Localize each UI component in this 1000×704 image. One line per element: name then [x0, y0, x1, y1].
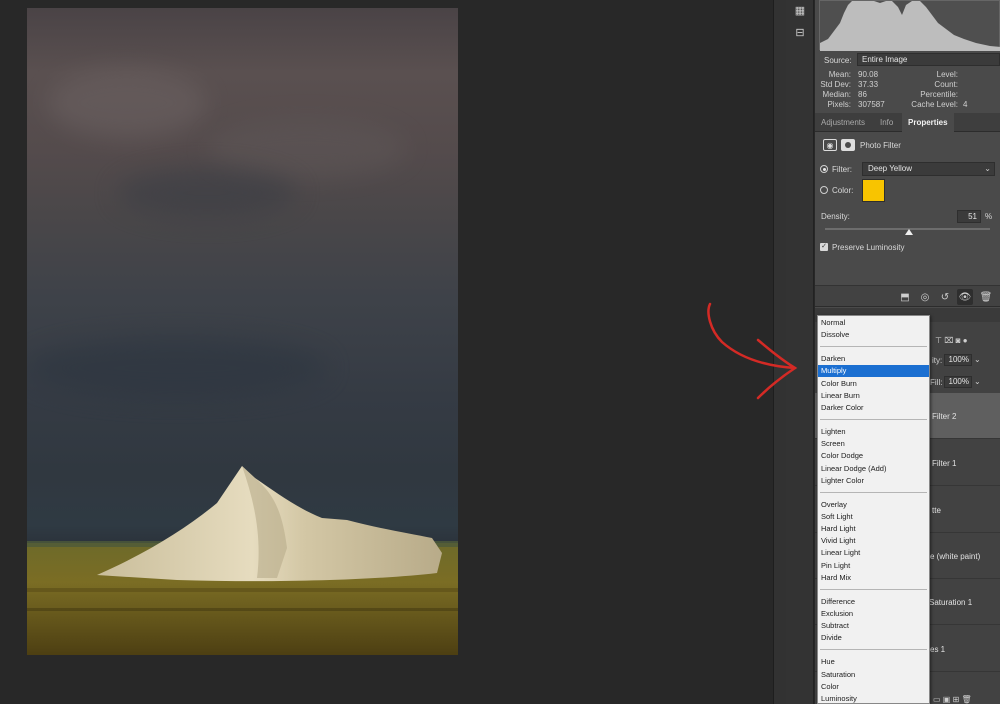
layer-bottom-icons[interactable]: ▭ ▣ ⊞ 🗑	[933, 695, 972, 704]
visibility-eye-icon[interactable]: 👁	[957, 289, 973, 305]
blend-mode-subtract[interactable]: Subtract	[818, 620, 929, 632]
layer-name: Saturation 1	[929, 598, 973, 607]
blend-mode-screen[interactable]: Screen	[818, 438, 929, 450]
filter-select[interactable]: Deep Yellow ⌄	[862, 162, 995, 176]
menu-divider	[820, 588, 927, 590]
blend-mode-vivid-light[interactable]: Vivid Light	[818, 535, 929, 547]
filter-radio[interactable]	[820, 165, 828, 173]
stat-label: Count:	[934, 80, 958, 89]
blend-mode-luminosity[interactable]: Luminosity	[818, 693, 929, 704]
filter-value: Deep Yellow	[868, 164, 913, 173]
blend-mode-hue[interactable]: Hue	[818, 656, 929, 668]
blend-mode-color[interactable]: Color	[818, 681, 929, 693]
properties-tab-bar: Adjustments Info Properties	[815, 113, 1000, 132]
photo-image	[27, 8, 458, 655]
stat-value: 37.33	[858, 80, 879, 89]
blend-mode-dropdown[interactable]: Normal Dissolve Darken Multiply Color Burn Li…	[817, 315, 930, 704]
blend-mode-lighter-color[interactable]: Lighter Color	[818, 475, 929, 487]
density-unit: %	[985, 212, 993, 221]
density-input[interactable]: 51	[957, 210, 981, 223]
properties-footer: ⬒ ◎ ↺ 👁 🗑	[815, 285, 1000, 307]
filter-label: Filter:	[832, 165, 852, 174]
histogram-source-label: Source:	[824, 56, 852, 65]
histogram-source-select[interactable]: Entire Image	[857, 53, 1000, 66]
layer-filter-icons[interactable]: ⊤ ⌧ ◙ ●	[935, 336, 968, 345]
blend-mode-color-dodge[interactable]: Color Dodge	[818, 450, 929, 462]
preserve-luminosity-checkbox[interactable]: ✓	[820, 243, 828, 251]
view-previous-state-icon[interactable]: ◎	[917, 289, 933, 305]
layer-comps-icon[interactable]: ⊟	[789, 22, 811, 42]
fill-label: Fill:	[930, 378, 943, 387]
tab-info[interactable]: Info	[874, 113, 899, 132]
annotation-arrow	[707, 302, 798, 400]
landscape-svg	[27, 466, 458, 655]
blend-mode-soft-light[interactable]: Soft Light	[818, 511, 929, 523]
clip-to-layer-icon[interactable]: ⬒	[897, 289, 913, 305]
stat-label: Median:	[822, 90, 851, 99]
blend-mode-linear-dodge-add[interactable]: Linear Dodge (Add)	[818, 463, 929, 475]
stat-label: Mean:	[828, 70, 851, 79]
fill-input[interactable]: 100%	[944, 376, 972, 388]
blend-mode-dissolve[interactable]: Dissolve	[818, 329, 929, 341]
layer-name: es 1	[930, 645, 946, 654]
menu-divider	[820, 491, 927, 493]
properties-title: Photo Filter	[860, 141, 901, 150]
color-label: Color:	[832, 186, 854, 195]
tab-adjustments[interactable]: Adjustments	[815, 113, 871, 132]
layer-name: e (white paint)	[930, 552, 981, 561]
density-slider-thumb[interactable]	[905, 229, 914, 235]
blend-mode-overlay[interactable]: Overlay	[818, 499, 929, 511]
trash-icon[interactable]: 🗑	[978, 289, 994, 305]
blend-mode-hard-light[interactable]: Hard Light	[818, 523, 929, 535]
blend-mode-color-burn[interactable]: Color Burn	[818, 378, 929, 390]
grid-icon[interactable]: ▦	[789, 0, 811, 20]
stat-value: 90.08	[858, 70, 879, 79]
density-label: Density:	[821, 212, 850, 221]
blend-mode-exclusion[interactable]: Exclusion	[818, 608, 929, 620]
blend-mode-saturation[interactable]: Saturation	[818, 669, 929, 681]
stat-label: Pixels:	[827, 100, 851, 109]
chevron-down-icon: ⌄	[984, 164, 991, 173]
blend-mode-darker-color[interactable]: Darker Color	[818, 402, 929, 414]
tab-properties[interactable]: Properties	[902, 113, 954, 132]
stat-value: 307587	[858, 100, 885, 109]
menu-divider	[820, 649, 927, 651]
blend-mode-pin-light[interactable]: Pin Light	[818, 560, 929, 572]
blend-mode-linear-burn[interactable]: Linear Burn	[818, 390, 929, 402]
stat-label: Percentile:	[920, 90, 958, 99]
blend-mode-hard-mix[interactable]: Hard Mix	[818, 572, 929, 584]
layer-name: tte	[932, 506, 941, 515]
blend-mode-multiply[interactable]: Multiply	[818, 365, 929, 378]
photo-filter-icon: ◉	[823, 139, 837, 151]
stat-label: Std Dev:	[820, 80, 851, 89]
layer-name: Filter 1	[932, 459, 957, 468]
stat-value: 86	[858, 90, 867, 99]
reset-icon[interactable]: ↺	[937, 289, 953, 305]
stat-label: Cache Level:	[911, 100, 958, 109]
document-canvas[interactable]	[0, 0, 773, 704]
preserve-luminosity-label: Preserve Luminosity	[832, 243, 905, 252]
blend-mode-divide[interactable]: Divide	[818, 632, 929, 644]
blend-mode-linear-light[interactable]: Linear Light	[818, 547, 929, 559]
blend-mode-normal[interactable]: Normal	[818, 317, 929, 329]
blend-mode-difference[interactable]: Difference	[818, 596, 929, 608]
color-swatch[interactable]	[862, 179, 885, 202]
stat-label: Level:	[936, 70, 958, 79]
stat-value: 4	[963, 100, 968, 109]
opacity-input[interactable]: 100%	[944, 354, 972, 366]
blend-mode-lighten[interactable]: Lighten	[818, 426, 929, 438]
histogram-graph	[819, 0, 1000, 51]
opacity-label: ity:	[932, 356, 943, 365]
chevron-down-icon[interactable]: ⌄	[974, 355, 981, 364]
layer-name: Filter 2	[932, 412, 957, 421]
mask-icon[interactable]	[841, 139, 855, 151]
color-radio[interactable]	[820, 186, 828, 194]
menu-divider	[820, 346, 927, 348]
menu-divider	[820, 419, 927, 421]
chevron-down-icon[interactable]: ⌄	[974, 377, 981, 386]
blend-mode-darken[interactable]: Darken	[818, 353, 929, 365]
